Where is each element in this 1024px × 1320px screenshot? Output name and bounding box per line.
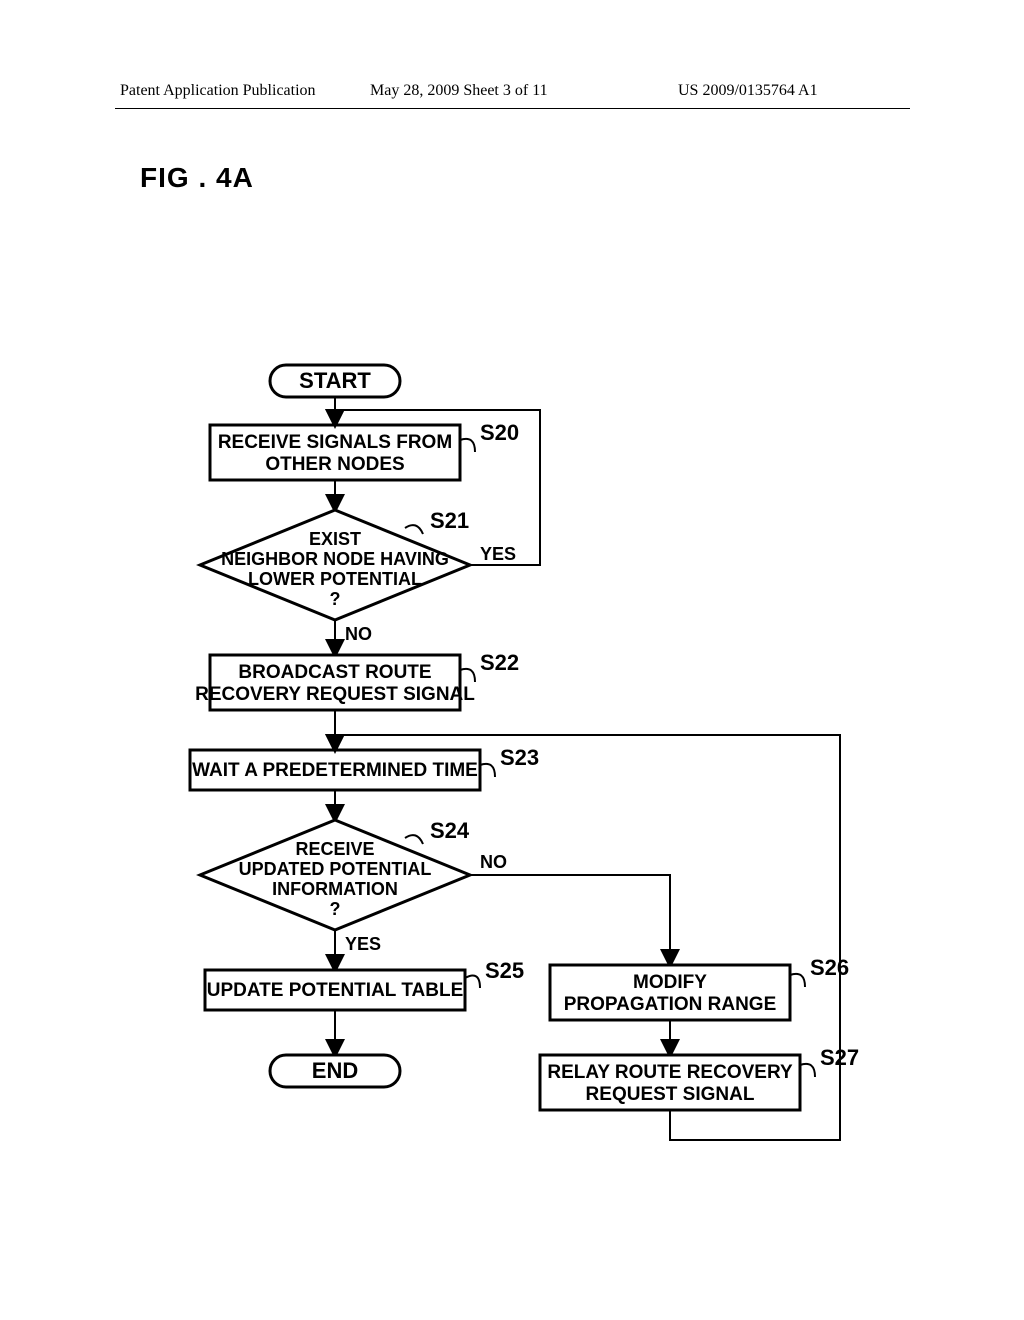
node-s23: WAIT A PREDETERMINED TIME — [190, 750, 480, 790]
node-s22: BROADCAST ROUTE RECOVERY REQUEST SIGNAL — [195, 655, 475, 710]
svg-text:RECEIVE SIGNALS FROM: RECEIVE SIGNALS FROM — [218, 432, 452, 453]
branch-s21-yes: YES — [480, 544, 516, 564]
branch-s24-no: NO — [480, 852, 507, 872]
header-rule — [115, 108, 910, 109]
node-end: END — [270, 1055, 400, 1087]
label-s22: S22 — [480, 650, 519, 675]
figure-label: FIG . 4A — [140, 162, 254, 194]
node-s27: RELAY ROUTE RECOVERY REQUEST SIGNAL — [540, 1055, 800, 1110]
svg-text:UPDATE POTENTIAL TABLE: UPDATE POTENTIAL TABLE — [207, 980, 464, 1001]
svg-text:WAIT A PREDETERMINED TIME: WAIT A PREDETERMINED TIME — [192, 760, 478, 781]
header-left: Patent Application Publication — [120, 82, 316, 100]
svg-text:UPDATED POTENTIAL: UPDATED POTENTIAL — [239, 859, 432, 879]
svg-text:LOWER POTENTIAL: LOWER POTENTIAL — [248, 569, 422, 589]
branch-s21-no: NO — [345, 624, 372, 644]
svg-text:NEIGHBOR NODE HAVING: NEIGHBOR NODE HAVING — [221, 549, 449, 569]
svg-text:OTHER NODES: OTHER NODES — [265, 454, 404, 475]
flowchart: START RECEIVE SIGNALS FROM OTHER NODES S… — [170, 360, 860, 1210]
svg-text:?: ? — [330, 899, 341, 919]
svg-text:END: END — [312, 1058, 358, 1083]
svg-text:RECOVERY REQUEST SIGNAL: RECOVERY REQUEST SIGNAL — [195, 684, 475, 705]
header-mid: May 28, 2009 Sheet 3 of 11 — [370, 82, 548, 100]
node-start: START — [270, 365, 400, 397]
svg-text:?: ? — [330, 589, 341, 609]
svg-text:RECEIVE: RECEIVE — [295, 839, 374, 859]
label-s20: S20 — [480, 420, 519, 445]
label-s21: S21 — [430, 508, 469, 533]
node-s26: MODIFY PROPAGATION RANGE — [550, 965, 790, 1020]
branch-s24-yes: YES — [345, 934, 381, 954]
svg-text:RELAY ROUTE RECOVERY: RELAY ROUTE RECOVERY — [547, 1062, 793, 1083]
label-s24: S24 — [430, 818, 470, 843]
node-s25: UPDATE POTENTIAL TABLE — [205, 970, 465, 1010]
svg-text:INFORMATION: INFORMATION — [272, 879, 398, 899]
label-s25: S25 — [485, 958, 524, 983]
label-s23: S23 — [500, 745, 539, 770]
header-right: US 2009/0135764 A1 — [678, 82, 818, 100]
svg-text:PROPAGATION RANGE: PROPAGATION RANGE — [564, 994, 777, 1015]
svg-text:EXIST: EXIST — [309, 529, 361, 549]
label-s26: S26 — [810, 955, 849, 980]
svg-text:START: START — [299, 368, 371, 393]
svg-text:REQUEST SIGNAL: REQUEST SIGNAL — [586, 1084, 755, 1105]
svg-text:BROADCAST ROUTE: BROADCAST ROUTE — [238, 662, 431, 683]
node-s20: RECEIVE SIGNALS FROM OTHER NODES — [210, 425, 460, 480]
svg-text:MODIFY: MODIFY — [633, 972, 707, 993]
